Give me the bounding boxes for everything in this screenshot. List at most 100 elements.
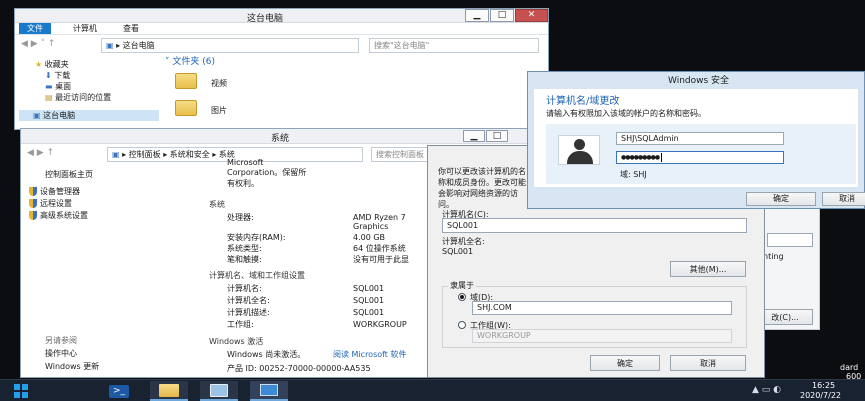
security-heading: 计算机名/域更改: [546, 96, 620, 107]
computer-name-label: 计算机名:: [227, 284, 262, 293]
clock-date[interactable]: 2020/7/22: [800, 391, 841, 400]
system-titlebar: 系统 ▁ □: [21, 129, 527, 144]
explorer-window: 这台电脑 ▁ □ ✕ 文件 计算机 查看 ◀ ▶ ˅ ↑ ▣ ▸ 这台电脑 搜索…: [14, 8, 549, 130]
maximize-button[interactable]: □: [486, 130, 508, 142]
computer-icon: [260, 384, 278, 396]
start-button[interactable]: [4, 382, 38, 400]
explorer-search-input[interactable]: 搜索"这台电脑": [369, 38, 539, 53]
recent-icon: ▤: [45, 93, 53, 102]
security-domain-line: 域: SHJ: [620, 170, 647, 179]
control-panel-icon: [210, 383, 228, 397]
taskbar-powershell[interactable]: >_: [100, 382, 138, 400]
nav-favorites[interactable]: ★ 收藏夹: [35, 59, 69, 70]
other-button[interactable]: 其他(M)...: [670, 261, 746, 277]
minimize-button[interactable]: ▁: [463, 130, 485, 142]
shield-icon: [29, 199, 37, 208]
explorer-address-bar[interactable]: ▣ ▸ 这台电脑: [101, 38, 359, 53]
pen-touch-value: 没有可用于此显: [353, 255, 409, 264]
folder-icon: [159, 383, 179, 397]
user-avatar-icon: [558, 135, 600, 165]
security-cancel-button[interactable]: 取消: [822, 192, 865, 206]
maximize-button[interactable]: □: [490, 9, 514, 22]
remote-settings-link[interactable]: 远程设置: [29, 198, 72, 209]
shield-icon: [29, 187, 37, 196]
domain-radio[interactable]: [458, 293, 466, 301]
taskbar: >_ ▲ ▭ ◐ 16:25 2020/7/22: [0, 379, 865, 401]
minimize-button[interactable]: ▁: [465, 9, 489, 22]
pen-touch-label: 笔和触摸:: [227, 255, 262, 264]
security-dialog: Windows 安全 计算机名/域更改 请输入有权限加入该域的帐户的名称和密码。…: [527, 71, 865, 209]
windows-update-link[interactable]: Windows 更新: [45, 361, 99, 372]
advanced-settings-link[interactable]: 高级系统设置: [29, 210, 88, 221]
windows-logo-icon: [14, 384, 28, 398]
folder-videos[interactable]: 视频: [211, 78, 227, 89]
processor-value-cont: Graphics: [353, 222, 389, 231]
tab-file[interactable]: 文件: [19, 23, 51, 34]
download-icon: ⬇: [45, 71, 52, 80]
copyright-line: 有权利。: [227, 179, 259, 188]
change-button[interactable]: 改(C)...: [757, 309, 813, 325]
security-ok-button[interactable]: 确定: [746, 192, 816, 206]
activation-status: Windows 尚未激活。: [227, 350, 306, 359]
star-icon: ★: [35, 60, 43, 69]
action-center-link[interactable]: 操作中心: [45, 348, 77, 359]
full-name-value: SQL001: [353, 296, 385, 305]
desktop-icon: ▬: [45, 82, 53, 91]
workgroup-radio[interactable]: [458, 321, 466, 329]
computer-icon: ▣: [33, 111, 41, 120]
rename-cancel-button[interactable]: 取消: [670, 355, 746, 371]
taskbar-control-panel[interactable]: [200, 381, 238, 401]
tab-view[interactable]: 查看: [123, 23, 139, 34]
background-field: [767, 233, 813, 247]
computer-name-input[interactable]: SQL001: [442, 218, 747, 233]
system-title: 系统: [271, 134, 290, 144]
back-icon[interactable]: ◀ ▶ ˅ ↑: [21, 38, 55, 51]
description-label: 计算机描述:: [227, 308, 270, 317]
password-input[interactable]: ●●●●●●●●●: [616, 151, 784, 164]
control-panel-home-link[interactable]: 控制面板主页: [45, 169, 93, 180]
nav-this-pc[interactable]: ▣ 这台电脑: [19, 110, 159, 121]
tab-computer[interactable]: 计算机: [73, 23, 97, 34]
system-type-value: 64 位操作系统: [353, 244, 406, 253]
license-terms-link[interactable]: 阅读 Microsoft 软件: [333, 349, 407, 360]
close-button[interactable]: ✕: [515, 9, 548, 22]
notification-icons[interactable]: ▲ ▭ ◐: [752, 385, 781, 395]
powershell-icon: >_: [109, 384, 129, 398]
ram-value: 4.00 GB: [353, 233, 386, 242]
workgroup-value: WORKGROUP: [353, 320, 407, 329]
nav-downloads[interactable]: ⬇ 下载: [45, 70, 70, 81]
clock-time[interactable]: 16:25: [812, 381, 835, 390]
device-manager-link[interactable]: 设备管理器: [29, 186, 80, 197]
explorer-titlebar: 这台电脑 ▁ □ ✕: [15, 9, 548, 24]
section-computer-heading: 计算机名、域和工作组设置: [209, 271, 305, 280]
system-type-label: 系统类型:: [227, 244, 262, 253]
rename-intro: 你可以更改该计算机的名称和成员身份。更改可能会影响对网络资源的访问。: [438, 167, 526, 209]
nav-desktop[interactable]: ▬ 桌面: [45, 81, 71, 92]
taskbar-system-window[interactable]: [250, 381, 288, 401]
control-panel-icon: ▣: [112, 150, 120, 159]
folders-header: ˅ 文件夹 (6): [165, 57, 215, 67]
username-input[interactable]: SHJ\SQLAdmin: [616, 132, 784, 145]
folder-icon: [175, 100, 197, 116]
workgroup-input[interactable]: WORKGROUP: [472, 329, 732, 343]
see-also-heading: 另请参阅: [45, 336, 77, 345]
nav-recent[interactable]: ▤ 最近访问的位置: [45, 92, 111, 103]
security-body: 计算机名/域更改 请输入有权限加入该域的帐户的名称和密码。 SHJ\SQLAdm…: [534, 89, 858, 187]
copyright-line: Corporation。保留所: [227, 168, 307, 177]
member-of-heading: 隶属于: [448, 280, 476, 291]
security-title: Windows 安全: [668, 76, 730, 86]
back-icon[interactable]: ◀ ▶ ↑: [27, 147, 54, 160]
processor-label: 处理器:: [227, 213, 254, 222]
chevron-down-icon: ˅: [165, 57, 170, 67]
ram-label: 安装内存(RAM):: [227, 233, 286, 242]
taskbar-explorer[interactable]: [150, 381, 188, 401]
full-name-field-value: SQL001: [442, 247, 474, 256]
text-cursor: [661, 153, 663, 162]
folder-pictures[interactable]: 图片: [211, 105, 227, 116]
ribbon-tabs: 文件 计算机 查看: [15, 23, 548, 35]
computer-name-value: SQL001: [353, 284, 385, 293]
domain-input[interactable]: SHJ.COM: [472, 301, 732, 315]
product-id: 产品 ID: 00252-70000-00000-AA535: [227, 364, 371, 373]
rename-ok-button[interactable]: 确定: [590, 355, 660, 371]
shield-icon: [29, 211, 37, 220]
